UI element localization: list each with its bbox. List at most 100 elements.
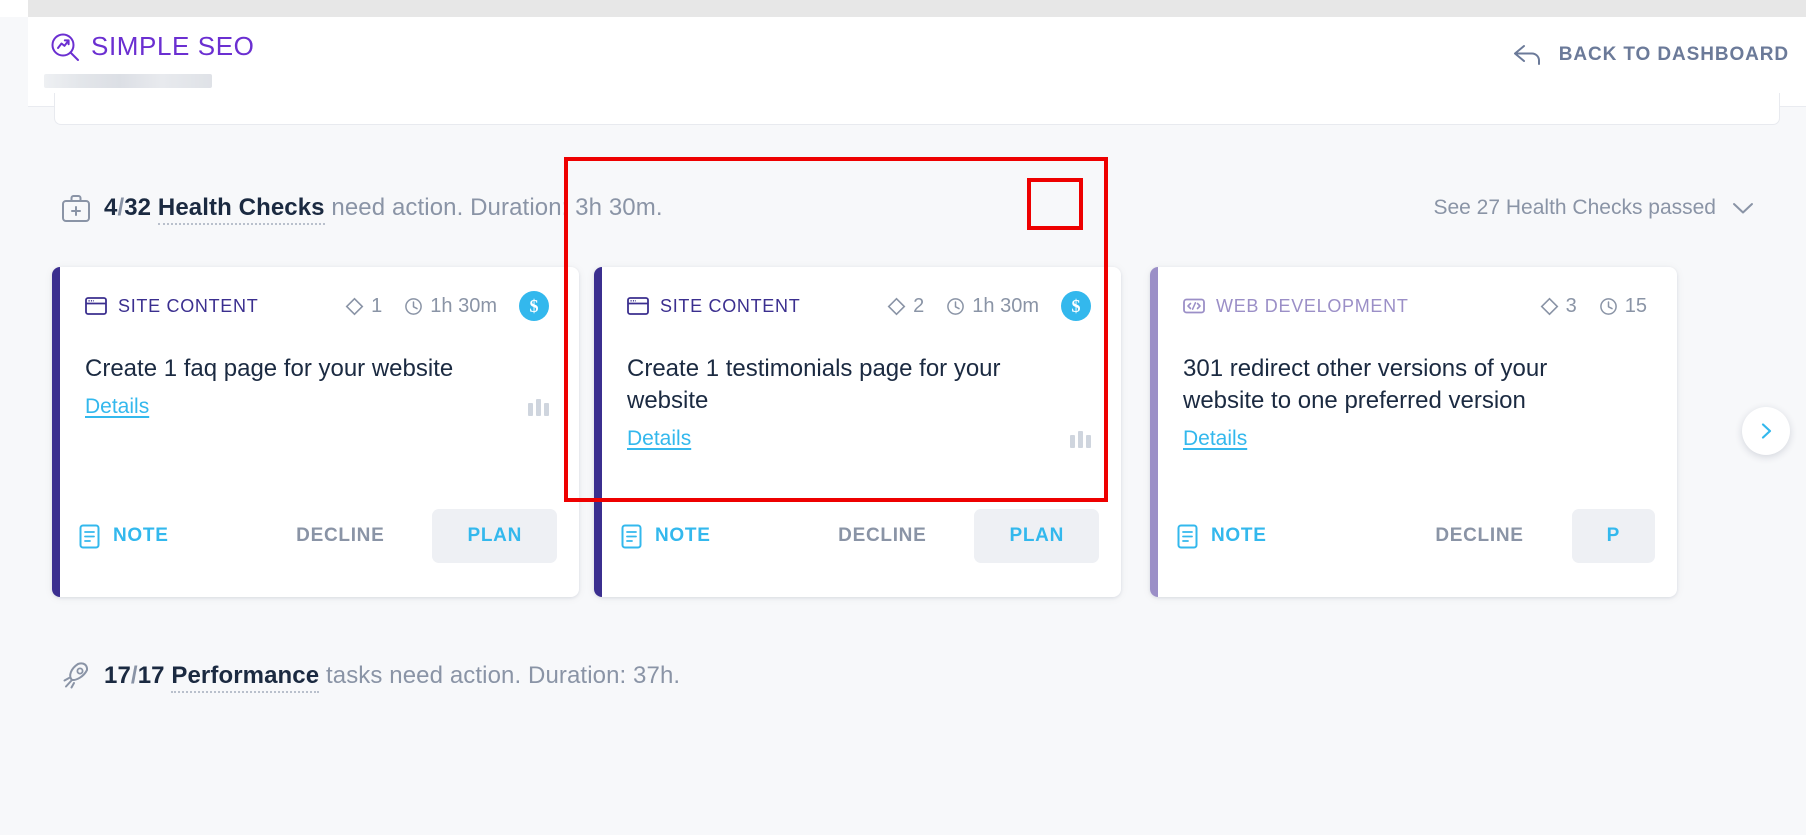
- chrome-left-edge: [0, 0, 28, 17]
- card-actions: NOTE DECLINE PLAN: [619, 509, 1099, 563]
- card-category-label: SITE CONTENT: [118, 295, 259, 316]
- rocket-icon: [56, 656, 96, 696]
- card-duration-value: 15: [1624, 294, 1647, 317]
- note-button[interactable]: NOTE: [1175, 518, 1269, 555]
- card-header: SITE CONTENT 2 1h 30m $: [627, 291, 1091, 321]
- note-button-label: NOTE: [113, 525, 169, 546]
- decline-button[interactable]: DECLINE: [292, 519, 388, 553]
- task-card[interactable]: SITE CONTENT 2 1h 30m $ Create 1 testimo…: [594, 267, 1121, 597]
- card-details-row: Details: [627, 427, 1091, 451]
- chevron-down-icon: [1732, 201, 1754, 215]
- note-document-icon: [621, 524, 642, 549]
- performance-total: 17: [137, 662, 165, 689]
- cost-badge[interactable]: $: [1061, 291, 1091, 321]
- app-viewport: SIMPLE SEO BACK TO DASHBOARD 4/32 Health…: [0, 0, 1806, 835]
- rail-next-button[interactable]: [1742, 407, 1790, 455]
- health-checks-count: 4: [104, 194, 118, 221]
- note-button[interactable]: NOTE: [77, 518, 171, 555]
- section-header-health-checks: 4/32 Health Checks need action. Duration…: [28, 188, 1806, 228]
- note-button-label: NOTE: [655, 525, 711, 546]
- browser-window-icon: [85, 296, 107, 316]
- card-title: Create 1 faq page for your website: [85, 355, 454, 382]
- card-category-label: SITE CONTENT: [660, 295, 801, 316]
- card-duration: 15: [1599, 295, 1647, 318]
- brand-name: SIMPLE SEO: [91, 31, 255, 61]
- card-points: 3: [1540, 295, 1577, 318]
- decline-button[interactable]: DECLINE: [1431, 519, 1527, 553]
- card-points: 1: [345, 295, 382, 318]
- health-checks-total: 32: [124, 194, 152, 221]
- health-checks-noun: Health Checks: [157, 194, 325, 225]
- card-points-value: 2: [913, 294, 925, 317]
- performance-tail: tasks need action. Duration: 37h.: [319, 662, 681, 689]
- section-health-checks-text: 4/32 Health Checks need action. Duration…: [104, 194, 663, 225]
- brand-logo[interactable]: SIMPLE SEO: [50, 31, 255, 62]
- plan-button[interactable]: PLAN: [974, 509, 1099, 563]
- clock-icon: [946, 297, 965, 316]
- health-checks-tail: need action. Duration: 3h 30m.: [324, 194, 663, 221]
- card-details-link[interactable]: Details: [627, 427, 691, 451]
- note-document-icon: [1177, 524, 1198, 549]
- card-meta: 3 15: [1540, 295, 1647, 318]
- see-passed-health-checks-label: See 27 Health Checks passed: [1433, 196, 1716, 219]
- card-details-link[interactable]: Details: [1183, 427, 1247, 451]
- card-duration: 1h 30m: [946, 295, 1039, 318]
- card-points: 2: [887, 295, 924, 318]
- card-duration: 1h 30m: [404, 295, 497, 318]
- card-category-bar: [1150, 267, 1158, 597]
- card-title: 301 redirect other versions of your webs…: [1183, 355, 1548, 414]
- card-title: Create 1 testimonials page for your webs…: [627, 355, 1001, 414]
- medical-kit-icon: [56, 188, 96, 228]
- note-button[interactable]: NOTE: [619, 518, 713, 555]
- card-meta: 1 1h 30m $: [345, 291, 549, 321]
- card-duration-value: 1h 30m: [430, 294, 497, 317]
- card-details-link[interactable]: Details: [85, 395, 149, 419]
- back-to-dashboard-button[interactable]: BACK TO DASHBOARD: [1512, 42, 1789, 68]
- card-details-row: Details: [1183, 427, 1647, 451]
- back-arrow-icon: [1512, 42, 1544, 68]
- browser-chrome-strip: [0, 0, 1806, 17]
- code-brackets-icon: [1183, 296, 1205, 316]
- previous-section-card-stub: [54, 93, 1780, 125]
- card-actions: NOTE DECLINE PLAN: [77, 509, 557, 563]
- card-header: SITE CONTENT 1 1h 30m $: [85, 291, 549, 321]
- seo-magnifier-icon: [50, 32, 80, 62]
- diamond-icon: [887, 297, 906, 316]
- task-card[interactable]: SITE CONTENT 1 1h 30m $ Create 1 faq pag…: [52, 267, 579, 597]
- task-card[interactable]: WEB DEVELOPMENT 3 15 301 redirect other …: [1150, 267, 1677, 597]
- section-performance-text: 17/17 Performance tasks need action. Dur…: [104, 662, 681, 693]
- card-points-value: 3: [1565, 294, 1577, 317]
- browser-window-icon: [627, 296, 649, 316]
- plan-button[interactable]: PLAN: [432, 509, 557, 563]
- back-to-dashboard-label: BACK TO DASHBOARD: [1558, 44, 1789, 65]
- plan-button[interactable]: P: [1571, 509, 1655, 563]
- decline-button[interactable]: DECLINE: [834, 519, 930, 553]
- performance-slash: /: [130, 662, 138, 689]
- performance-noun: Performance: [171, 662, 320, 693]
- priority-bars-icon: [528, 398, 549, 416]
- cost-badge[interactable]: $: [519, 291, 549, 321]
- performance-count: 17: [104, 662, 131, 689]
- chevron-right-icon: [1756, 421, 1776, 441]
- clock-icon: [1599, 297, 1618, 316]
- card-header: WEB DEVELOPMENT 3 15: [1183, 293, 1647, 319]
- note-button-label: NOTE: [1211, 525, 1267, 546]
- clock-icon: [404, 297, 423, 316]
- priority-bars-icon: [1070, 430, 1091, 448]
- card-meta: 2 1h 30m $: [887, 291, 1091, 321]
- section-header-performance: 17/17 Performance tasks need action. Dur…: [28, 656, 1806, 696]
- health-checks-card-rail[interactable]: SITE CONTENT 1 1h 30m $ Create 1 faq pag…: [28, 249, 1806, 611]
- card-points-value: 1: [371, 294, 383, 317]
- card-category-bar: [594, 267, 602, 597]
- brand-subtitle-redacted: [44, 74, 212, 88]
- card-category-bar: [52, 267, 60, 597]
- card-duration-value: 1h 30m: [972, 294, 1039, 317]
- card-category-label: WEB DEVELOPMENT: [1216, 295, 1409, 316]
- card-details-row: Details: [85, 395, 549, 419]
- note-document-icon: [79, 524, 100, 549]
- diamond-icon: [1540, 297, 1559, 316]
- main-content: 4/32 Health Checks need action. Duration…: [28, 93, 1806, 835]
- card-actions: NOTE DECLINE P: [1175, 509, 1655, 563]
- diamond-icon: [345, 297, 364, 316]
- see-passed-health-checks-toggle[interactable]: See 27 Health Checks passed: [1433, 196, 1754, 220]
